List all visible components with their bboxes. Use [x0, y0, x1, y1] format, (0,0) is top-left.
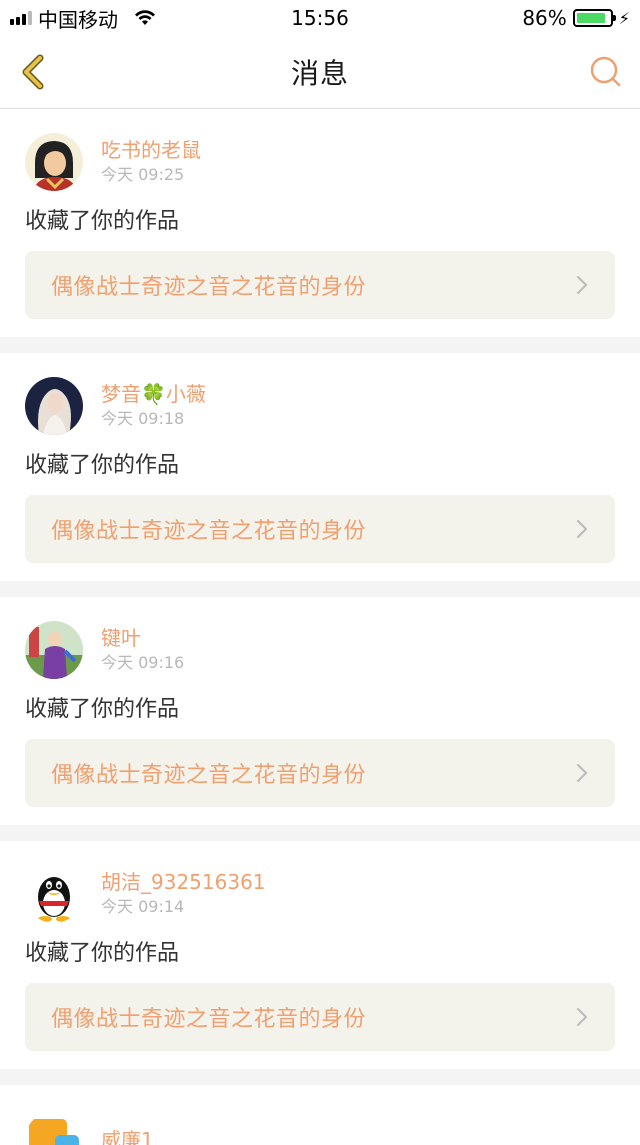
- chevron-right-icon: [576, 275, 588, 295]
- timestamp: 今天 09:16: [101, 653, 185, 672]
- work-link[interactable]: 偶像战士奇迹之音之花音的身份: [25, 983, 615, 1051]
- chevron-right-icon: [576, 1007, 588, 1027]
- work-title: 偶像战士奇迹之音之花音的身份: [51, 275, 367, 300]
- work-link[interactable]: 偶像战士奇迹之音之花音的身份: [25, 251, 615, 319]
- card-meta: 梦音🍀小薇 今天 09:18: [101, 382, 206, 430]
- status-bar: 中国移动 15:56 86% ⚡: [0, 0, 640, 36]
- card-header: 吃书的老鼠 今天 09:25: [25, 133, 615, 191]
- username[interactable]: 键叶: [101, 626, 184, 650]
- message-card: 威廉1: [0, 1085, 640, 1145]
- message-feed: 吃书的老鼠 今天 09:25 收藏了你的作品 偶像战士奇迹之音之花音的身份 梦音…: [0, 109, 640, 1145]
- timestamp: 今天 09:25: [101, 165, 185, 184]
- status-left: 中国移动: [0, 4, 156, 33]
- chevron-right-icon: [576, 519, 588, 539]
- avatar[interactable]: [25, 621, 83, 679]
- nav-bar: 消息: [0, 36, 640, 109]
- search-button[interactable]: [588, 54, 624, 90]
- carrier-label: 中国移动: [38, 7, 118, 32]
- back-button[interactable]: [14, 52, 54, 92]
- message-card: 键叶 今天 09:16 收藏了你的作品 偶像战士奇迹之音之花音的身份: [0, 597, 640, 825]
- work-link[interactable]: 偶像战士奇迹之音之花音的身份: [25, 739, 615, 807]
- page-title: 消息: [290, 57, 349, 90]
- action-text: 收藏了你的作品: [25, 209, 180, 234]
- avatar[interactable]: [25, 133, 83, 191]
- avatar[interactable]: [25, 377, 83, 435]
- chevron-right-icon: [576, 763, 588, 783]
- action-text: 收藏了你的作品: [25, 697, 180, 722]
- card-header: 梦音🍀小薇 今天 09:18: [25, 377, 615, 435]
- avatar[interactable]: [25, 865, 83, 923]
- card-meta: 胡洁_932516361 今天 09:14: [101, 870, 266, 918]
- search-icon: [590, 56, 621, 87]
- card-meta: 吃书的老鼠 今天 09:25: [101, 138, 201, 186]
- username[interactable]: 吃书的老鼠: [101, 138, 201, 162]
- card-meta: 键叶 今天 09:16: [101, 626, 184, 674]
- avatar[interactable]: [25, 1111, 83, 1145]
- signal-icon: [10, 11, 32, 25]
- battery-fill: [576, 13, 605, 23]
- card-header: 威廉1: [25, 1111, 615, 1145]
- username[interactable]: 梦音🍀小薇: [101, 382, 206, 406]
- charging-icon: ⚡: [618, 8, 630, 28]
- username[interactable]: 胡洁_932516361: [101, 870, 266, 894]
- card-meta: 威廉1: [101, 1128, 154, 1145]
- action-text: 收藏了你的作品: [25, 453, 180, 478]
- message-card: 吃书的老鼠 今天 09:25 收藏了你的作品 偶像战士奇迹之音之花音的身份: [0, 109, 640, 337]
- status-right: 86% ⚡: [522, 6, 640, 30]
- action-text: 收藏了你的作品: [25, 941, 180, 966]
- username[interactable]: 威廉1: [101, 1128, 154, 1145]
- timestamp: 今天 09:18: [101, 409, 185, 428]
- work-title: 偶像战士奇迹之音之花音的身份: [51, 519, 367, 544]
- card-header: 键叶 今天 09:16: [25, 621, 615, 679]
- work-link[interactable]: 偶像战士奇迹之音之花音的身份: [25, 495, 615, 563]
- work-title: 偶像战士奇迹之音之花音的身份: [51, 763, 367, 788]
- card-header: 胡洁_932516361 今天 09:14: [25, 865, 615, 923]
- message-card: 胡洁_932516361 今天 09:14 收藏了你的作品 偶像战士奇迹之音之花…: [0, 841, 640, 1069]
- message-card: 梦音🍀小薇 今天 09:18 收藏了你的作品 偶像战士奇迹之音之花音的身份: [0, 353, 640, 581]
- timestamp: 今天 09:14: [101, 897, 185, 916]
- battery-percent: 86%: [522, 6, 567, 30]
- battery-icon: [572, 9, 616, 27]
- wifi-icon: [135, 10, 155, 25]
- work-title: 偶像战士奇迹之音之花音的身份: [51, 1007, 367, 1032]
